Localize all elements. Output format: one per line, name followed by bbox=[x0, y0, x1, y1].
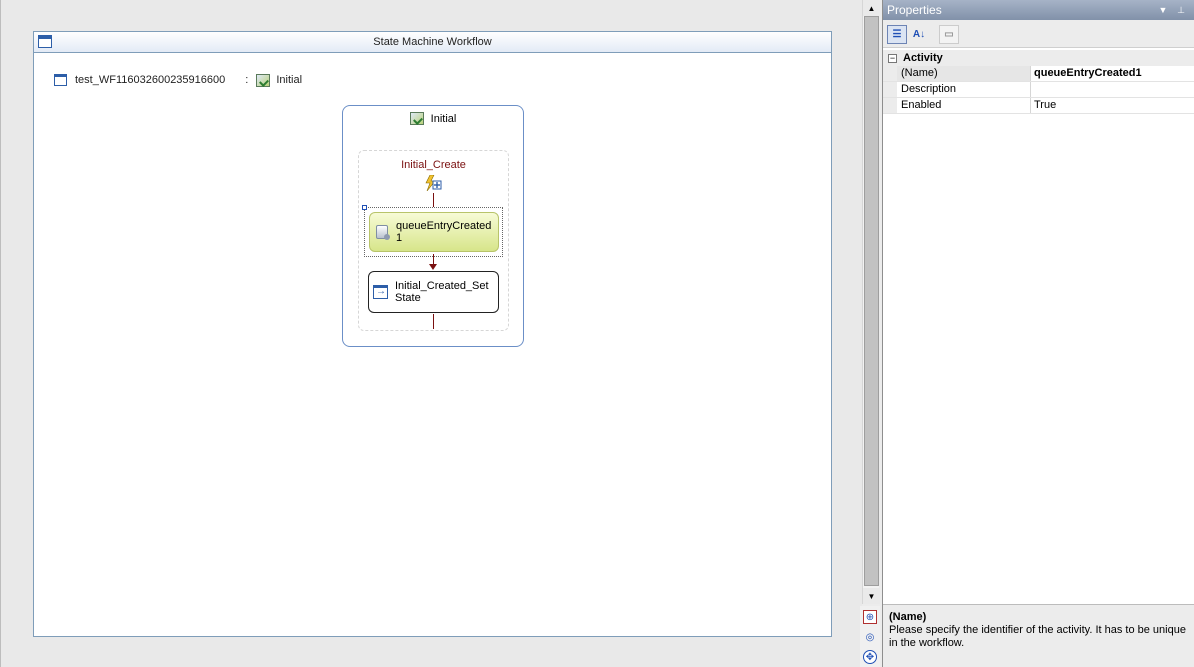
pan-icon[interactable]: ✥ bbox=[863, 650, 877, 664]
property-grid: − Activity (Name) queueEntryCreated1 Des… bbox=[883, 50, 1194, 114]
workflow-icon bbox=[54, 74, 67, 86]
property-name: Description bbox=[897, 82, 1031, 97]
dropdown-arrow-icon[interactable]: ▼ bbox=[1156, 0, 1170, 20]
binoculars-icon[interactable]: ◎ bbox=[863, 630, 877, 644]
property-pages-icon[interactable]: ▭ bbox=[939, 25, 959, 44]
state-title: Initial bbox=[343, 112, 523, 125]
alphabetical-sort-icon[interactable]: A↓ bbox=[909, 25, 929, 44]
scroll-up-button[interactable]: ▲ bbox=[863, 0, 880, 16]
workflow-name[interactable]: test_WF116032600235916600 bbox=[75, 74, 225, 86]
property-value-enabled[interactable]: True bbox=[1031, 98, 1194, 113]
state-initial[interactable]: Initial Initial_Create queueEntryCreated… bbox=[342, 105, 524, 347]
properties-titlebar: Properties ▼ ⊥ bbox=[883, 0, 1194, 20]
activity-label: queueEntryCreated1 bbox=[396, 220, 492, 244]
property-name: (Name) bbox=[897, 66, 1031, 81]
property-name: Enabled bbox=[897, 98, 1031, 113]
designer-navigation-tools: ⊕ ◎ ✥ bbox=[860, 606, 880, 667]
property-value-description[interactable] bbox=[1031, 82, 1194, 97]
category-activity[interactable]: − Activity bbox=[883, 50, 1194, 66]
workflow-designer: State Machine Workflow test_WF1160326002… bbox=[0, 0, 862, 667]
collapse-icon[interactable]: − bbox=[888, 53, 897, 63]
pin-icon[interactable]: ⊥ bbox=[1174, 0, 1188, 20]
activity-icon bbox=[376, 225, 390, 240]
property-row-description[interactable]: Description bbox=[883, 82, 1194, 98]
connector-arrow-icon bbox=[429, 264, 437, 270]
workflow-titlebar: State Machine Workflow bbox=[34, 32, 831, 53]
set-state-label: Initial_Created_SetState bbox=[395, 280, 489, 304]
property-row-name[interactable]: (Name) queueEntryCreated1 bbox=[883, 66, 1194, 82]
activity-queue-entry-created[interactable]: queueEntryCreated1 bbox=[369, 212, 499, 252]
event-driven-region[interactable]: Initial_Create queueEntryCreated1 → Init… bbox=[358, 150, 509, 331]
description-text: Please specify the identifier of the act… bbox=[889, 624, 1186, 649]
workflow-title: State Machine Workflow bbox=[373, 36, 492, 48]
zoom-icon[interactable]: ⊕ bbox=[863, 610, 877, 624]
connector-line bbox=[433, 314, 434, 329]
property-value-name[interactable]: queueEntryCreated1 bbox=[1031, 66, 1194, 81]
connector-line bbox=[433, 193, 434, 207]
properties-title: Properties bbox=[887, 3, 942, 17]
selection-outline: queueEntryCreated1 bbox=[362, 205, 503, 257]
event-driven-icon bbox=[425, 175, 442, 191]
set-state-icon bbox=[373, 285, 388, 299]
description-title: (Name) bbox=[889, 611, 927, 623]
header-separator: : bbox=[245, 74, 249, 86]
state-icon bbox=[409, 112, 424, 125]
scroll-down-button[interactable]: ▼ bbox=[863, 588, 880, 604]
workflow-window-icon bbox=[38, 35, 52, 48]
category-label: Activity bbox=[903, 52, 943, 64]
initial-state-icon bbox=[256, 73, 271, 87]
scroll-thumb[interactable] bbox=[864, 16, 879, 586]
initial-state-link[interactable]: Initial bbox=[276, 74, 302, 86]
designer-vertical-scrollbar[interactable]: ▲ ▼ bbox=[862, 0, 880, 604]
state-title-label: Initial bbox=[430, 112, 457, 125]
activity-set-state[interactable]: Initial_Created_SetState bbox=[368, 271, 499, 313]
property-description-pane: (Name) Please specify the identifier of … bbox=[883, 604, 1194, 667]
categorized-icon[interactable]: ☰ bbox=[887, 25, 907, 44]
properties-toolbar: ☰ A↓ ▭ bbox=[883, 20, 1194, 48]
workflow-header: test_WF116032600235916600 : Initial bbox=[54, 72, 302, 88]
property-row-enabled[interactable]: Enabled True bbox=[883, 98, 1194, 114]
selection-handle[interactable] bbox=[362, 205, 367, 210]
workflow-frame: State Machine Workflow test_WF1160326002… bbox=[33, 31, 832, 637]
properties-panel: Properties ▼ ⊥ ☰ A↓ ▭ − Activity (Name) … bbox=[882, 0, 1194, 667]
event-driven-label: Initial_Create bbox=[401, 159, 466, 171]
